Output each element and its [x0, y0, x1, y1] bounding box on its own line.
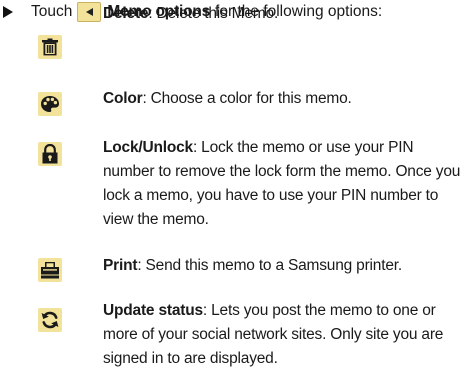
- option-title: Update status: [103, 302, 203, 319]
- option-update-status: Update status: Lets you post the memo to…: [103, 299, 465, 371]
- refresh-icon: [38, 308, 62, 332]
- option-title: Delete: [103, 5, 149, 22]
- intro-prefix: Touch: [31, 3, 73, 20]
- menu-key-icon: [77, 2, 102, 22]
- palette-icon: [38, 92, 62, 116]
- option-delete: Delete: Delete this Memo.: [103, 2, 465, 26]
- option-title: Color: [103, 90, 143, 107]
- option-title: Print: [103, 257, 138, 274]
- option-desc: : Delete this Memo.: [148, 5, 279, 22]
- option-print: Print: Send this memo to a Samsung print…: [103, 254, 465, 278]
- printer-icon: [38, 258, 62, 282]
- option-color: Color: Choose a color for this memo.: [103, 87, 465, 111]
- memo-options-page: Touch Memo options for the following opt…: [0, 0, 467, 371]
- option-lock-unlock: Lock/Unlock: Lock the memo or use your P…: [103, 136, 465, 232]
- option-title: Lock/Unlock: [103, 139, 193, 156]
- lock-icon: [38, 142, 62, 166]
- trash-icon: [38, 35, 62, 59]
- bullet-arrow-icon: [3, 6, 13, 18]
- option-desc: : Choose a color for this memo.: [142, 90, 352, 107]
- option-desc: : Send this memo to a Samsung printer.: [137, 257, 402, 274]
